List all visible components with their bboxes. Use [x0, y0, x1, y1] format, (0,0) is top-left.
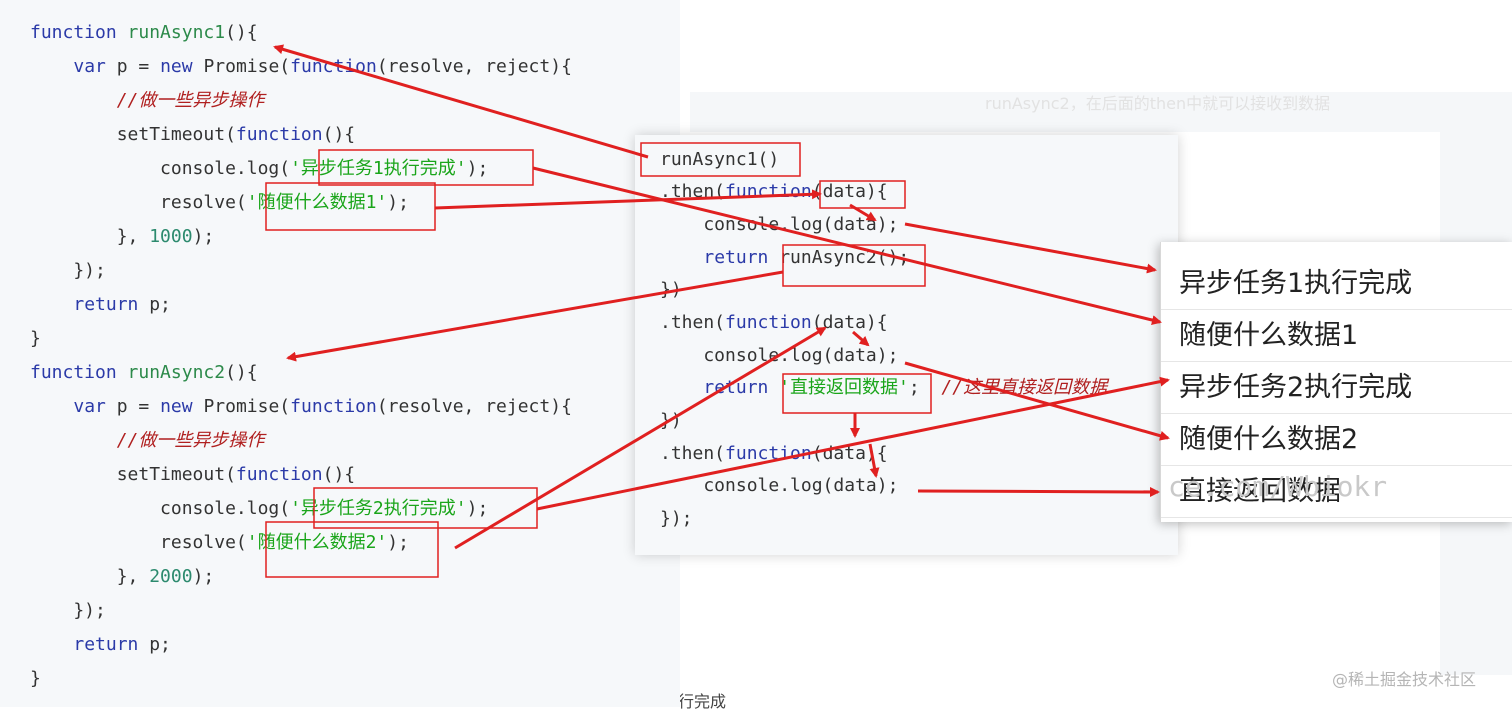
- code-line: function runAsync1(){: [30, 22, 258, 43]
- output-row: 随便什么数据1: [1161, 310, 1512, 362]
- code-line: .then(function(data){: [660, 312, 888, 333]
- code-line: }): [660, 410, 682, 431]
- code-comment: //做一些异步操作: [30, 90, 265, 111]
- code-line: console.log('异步任务2执行完成');: [30, 498, 489, 519]
- code-comment: //做一些异步操作: [30, 430, 265, 451]
- code-line: }, 2000);: [30, 566, 215, 587]
- code-line: .then(function(data){: [660, 181, 888, 202]
- code-line: function runAsync2(){: [30, 362, 258, 383]
- code-line: return runAsync2();: [703, 247, 910, 268]
- code-line: console.log('异步任务1执行完成');: [30, 158, 489, 179]
- code-line: console.log(data);: [660, 214, 899, 235]
- code-line: resolve('随便什么数据2');: [30, 532, 409, 553]
- code-line: return p;: [73, 294, 171, 315]
- site-watermark: @稀土掘金技术社区: [1332, 670, 1477, 689]
- code-line: return '直接返回数据'; //这里直接返回数据: [703, 377, 1108, 398]
- code-line: console.log(data);: [660, 345, 899, 366]
- output-row: 异步任务1执行完成: [1161, 258, 1512, 310]
- code-line: return p;: [73, 634, 171, 655]
- code-line: }: [30, 668, 41, 689]
- code-line: }): [660, 279, 682, 300]
- output-row: 异步任务2执行完成: [1161, 362, 1512, 414]
- code-line: resolve('随便什么数据1');: [30, 192, 409, 213]
- code-line: setTimeout(function(){: [30, 124, 356, 145]
- code-line: });: [30, 260, 106, 281]
- code-line: runAsync1(): [660, 149, 780, 170]
- code-line: //做一些异步操作: [30, 430, 265, 452]
- bottom-fragment: 行完成: [678, 692, 727, 711]
- code-line: var p = new Promise(function(resolve, re…: [73, 396, 572, 417]
- code-line: });: [660, 508, 693, 529]
- left-code-panel: function runAsync1(){ var p = new Promis…: [0, 0, 680, 707]
- code-line: }, 1000);: [30, 226, 215, 247]
- code-line: console.log(data);: [660, 475, 899, 496]
- code-line: //做一些异步操作: [30, 90, 265, 112]
- code-line: .then(function(data){: [660, 443, 888, 464]
- watermark-url: ce.com/Wbiokr: [1168, 470, 1388, 503]
- background-text: runAsync2，在后面的then中就可以接收到数据: [985, 94, 1331, 113]
- middle-code-panel: runAsync1() .then(function(data){ consol…: [635, 135, 1178, 555]
- code-line: var p = new Promise(function(resolve, re…: [73, 56, 572, 77]
- code-line: });: [30, 600, 106, 621]
- code-line: }: [30, 328, 41, 349]
- code-line: setTimeout(function(){: [30, 464, 356, 485]
- output-row: 随便什么数据2: [1161, 414, 1512, 466]
